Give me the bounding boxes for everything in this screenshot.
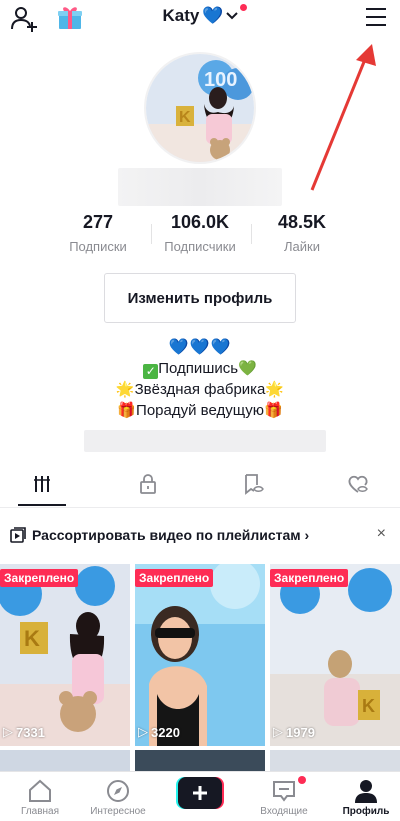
video-thumbnail[interactable]: K Закреплено ▷ 1979 <box>270 564 400 746</box>
bottom-navigation: Главная Интересное Входящие Профиль <box>0 771 400 821</box>
gift-icon: 🎁 <box>263 402 283 419</box>
inbox-notification-dot <box>298 776 306 784</box>
view-count: ▷ 7331 <box>3 724 45 740</box>
profile-bio: 💙💙💙 ✓ Подпишись💚 🌟Звёздная фабрика🌟 🎁Пора… <box>0 337 400 421</box>
tab-private[interactable] <box>133 470 163 498</box>
playlist-banner-text[interactable]: Рассортировать видео по плейлистам › <box>32 527 309 543</box>
view-count-value: 3220 <box>151 724 180 740</box>
username-text: Katy <box>162 6 200 25</box>
bio-star-text: Звёздная фабрика <box>134 381 266 398</box>
view-count-value: 1979 <box>286 724 315 740</box>
bio-line-subscribe: ✓ Подпишись💚 <box>0 358 400 379</box>
nav-home[interactable]: Главная <box>0 772 80 821</box>
star-icon: 🌟 <box>115 381 135 398</box>
play-icon: ▷ <box>3 724 13 739</box>
home-icon <box>29 779 51 802</box>
display-name-blurred <box>118 168 282 206</box>
star-icon: 🌟 <box>265 381 285 398</box>
following-count: 277 <box>82 212 114 232</box>
video-thumbnail[interactable]: Закреплено ▷ 3220 <box>135 564 265 746</box>
play-icon: ▷ <box>273 724 283 739</box>
nav-inbox[interactable]: Входящие <box>244 772 324 821</box>
tab-videos[interactable] <box>27 470 57 498</box>
nav-discover-label: Интересное <box>90 806 146 817</box>
view-count: ▷ 3220 <box>138 724 180 740</box>
video-thumbnail[interactable]: K Закреплено ▷ 7331 <box>0 564 130 746</box>
following-label: Подписки <box>69 239 127 254</box>
play-icon: ▷ <box>138 724 148 739</box>
likes-count: 48.5K <box>277 212 327 232</box>
nav-profile[interactable]: Профиль <box>326 772 400 821</box>
compass-icon <box>107 780 129 802</box>
profile-username[interactable]: Katy 💙 <box>0 6 400 26</box>
playlist-icon <box>10 527 26 543</box>
svg-text:K: K <box>179 109 191 126</box>
active-tab-indicator <box>18 504 66 506</box>
nav-home-label: Главная <box>20 806 60 817</box>
heart-eye-icon <box>348 475 368 493</box>
stat-following[interactable]: 277 Подписки <box>48 212 148 254</box>
followers-count: 106.0K <box>170 212 230 232</box>
bio-line-star: 🌟Звёздная фабрика🌟 <box>0 379 400 400</box>
notification-dot <box>240 4 247 11</box>
top-bar: Katy 💙 <box>0 0 400 38</box>
profile-tabs <box>0 462 400 508</box>
video-thumbnail-image: K <box>270 564 400 746</box>
stat-followers[interactable]: 106.0K Подписчики <box>150 212 250 254</box>
tab-liked[interactable] <box>343 470 373 498</box>
menu-icon[interactable] <box>364 6 388 28</box>
checkmark-icon: ✓ <box>143 364 159 379</box>
video-thumbnail-image <box>135 564 265 746</box>
blue-heart-icon: 💙 <box>202 6 224 25</box>
likes-label: Лайки <box>284 239 320 254</box>
view-count-value: 7331 <box>16 724 45 740</box>
bio-subscribe-text: Подпишись <box>158 360 239 377</box>
nav-inbox-label: Входящие <box>260 806 308 817</box>
create-video-button[interactable] <box>176 777 224 809</box>
chevron-right-icon: › <box>304 527 310 543</box>
video-grid: K Закреплено ▷ 7331 Закреплено ▷ 3220 K … <box>0 564 400 774</box>
svg-text:K: K <box>362 696 375 716</box>
playlist-banner[interactable]: Рассортировать видео по плейлистам › × <box>0 520 400 550</box>
profile-avatar[interactable]: 100 K <box>144 52 256 164</box>
playlist-banner-label: Рассортировать видео по плейлистам <box>32 527 301 543</box>
profile-icon <box>355 780 377 803</box>
inbox-icon <box>273 781 295 802</box>
close-icon[interactable]: × <box>377 525 386 543</box>
pinned-badge: Закреплено <box>270 569 349 587</box>
bio-link-blurred[interactable] <box>84 430 326 452</box>
bio-hearts: 💙💙💙 <box>168 339 232 356</box>
annotation-arrow-icon <box>310 44 376 191</box>
bookmark-eye-icon <box>245 474 264 495</box>
stat-likes[interactable]: 48.5K Лайки <box>252 212 352 254</box>
pinned-badge: Закреплено <box>0 569 79 587</box>
green-heart-icon: 💚 <box>238 360 257 377</box>
nav-discover[interactable]: Интересное <box>78 772 158 821</box>
tab-reposts[interactable] <box>238 470 268 498</box>
profile-stats: 277 Подписки 106.0K Подписчики 48.5K Лай… <box>0 212 400 260</box>
edit-profile-button[interactable]: Изменить профиль <box>104 273 296 323</box>
lock-icon <box>140 474 156 494</box>
chevron-down-icon[interactable] <box>225 6 238 26</box>
nav-profile-label: Профиль <box>342 806 390 817</box>
video-thumbnail-image: K <box>0 564 130 746</box>
bio-gift-text: Порадуй ведущую <box>136 402 264 419</box>
grid-icon <box>34 476 50 492</box>
view-count: ▷ 1979 <box>273 724 315 740</box>
svg-text:K: K <box>24 626 40 651</box>
pinned-badge: Закреплено <box>135 569 214 587</box>
followers-label: Подписчики <box>164 239 236 254</box>
bio-line-gift: 🎁Порадуй ведущую🎁 <box>0 400 400 421</box>
gift-icon: 🎁 <box>117 402 137 419</box>
